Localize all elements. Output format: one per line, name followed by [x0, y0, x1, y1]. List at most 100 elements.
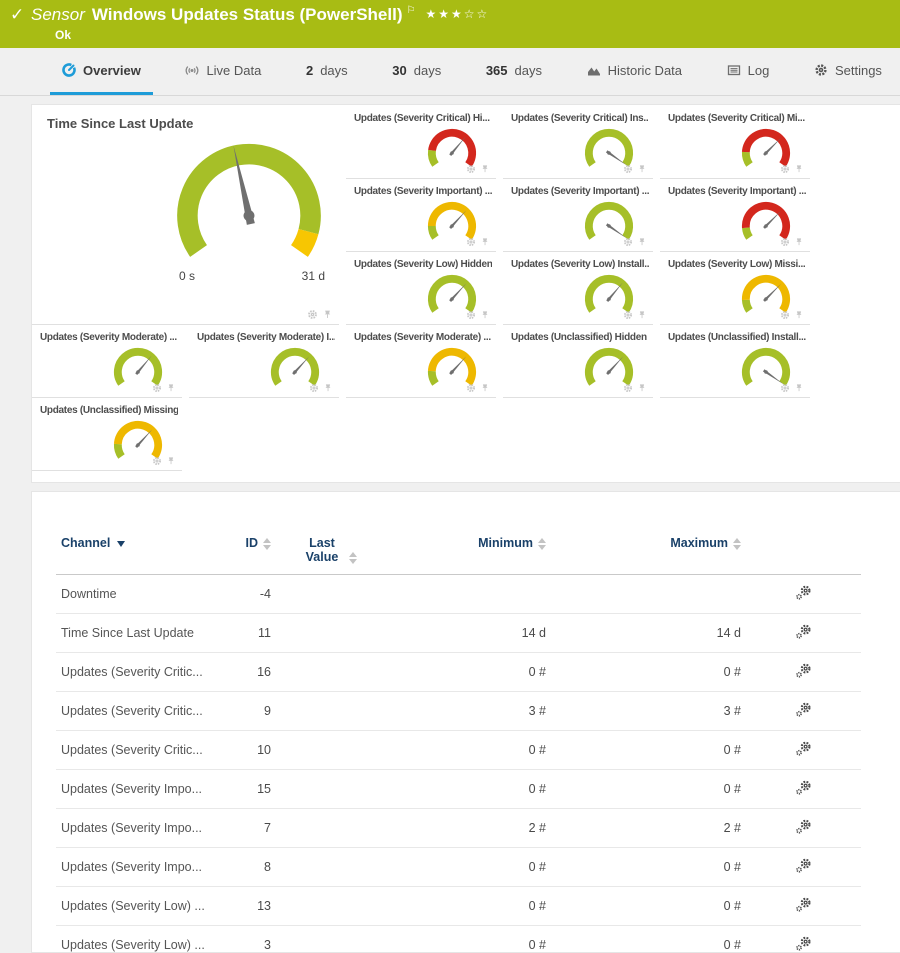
small-gauge-cell[interactable]: Updates (Severity Critical) Mi... [660, 106, 810, 179]
tab-2-days[interactable]: 2 days [294, 48, 360, 95]
pin-icon[interactable] [794, 310, 804, 320]
channel-id: 16 [216, 653, 276, 692]
pin-icon[interactable] [166, 456, 176, 466]
primary-gauge-cell[interactable]: Time Since Last Update 0 s 31 d [32, 106, 339, 325]
channel-settings-gear-icon[interactable] [623, 237, 633, 247]
edit-channel-gear-icon[interactable] [795, 780, 812, 795]
channel-last-value [276, 653, 381, 692]
pin-icon[interactable] [480, 310, 490, 320]
primary-gauge-title: Time Since Last Update [47, 116, 339, 131]
edit-channel-gear-icon[interactable] [795, 741, 812, 756]
small-gauge-cell[interactable]: Updates (Severity Moderate) I... [189, 325, 339, 398]
small-gauge-cell[interactable]: Updates (Severity Important) ... [503, 179, 653, 252]
channel-settings-gear-icon[interactable] [309, 383, 319, 393]
small-gauge-cell[interactable]: Updates (Severity Critical) Hi... [346, 106, 496, 179]
tab-historic-data[interactable]: Historic Data [575, 48, 694, 95]
column-header-maximum[interactable]: Maximum [551, 530, 746, 575]
column-header-id[interactable]: ID [216, 530, 276, 575]
channel-name: Updates (Severity Critic... [56, 692, 216, 731]
channel-name: Updates (Severity Impo... [56, 809, 216, 848]
channel-settings-gear-icon[interactable] [466, 164, 476, 174]
sensor-status-bar: ✓ SensorWindows Updates Status (PowerShe… [0, 0, 900, 48]
channel-settings-gear-icon[interactable] [466, 383, 476, 393]
tab-30-days[interactable]: 30 days [380, 48, 453, 95]
channel-minimum [381, 575, 551, 614]
small-gauge-title: Updates (Severity Low) Hidden [354, 259, 492, 270]
column-header-channel[interactable]: Channel [56, 530, 216, 575]
small-gauge-cell[interactable]: Updates (Severity Moderate) ... [32, 325, 182, 398]
small-gauge-cell[interactable]: Updates (Unclassified) Missing [32, 398, 182, 471]
small-gauge-title: Updates (Unclassified) Install... [668, 332, 806, 343]
small-gauge-cell[interactable]: Updates (Severity Important) ... [660, 179, 810, 252]
pin-icon[interactable] [480, 383, 490, 393]
edit-channel-gear-icon[interactable] [795, 936, 812, 951]
channel-settings-gear-icon[interactable] [623, 383, 633, 393]
channel-id: 13 [216, 887, 276, 926]
channel-id: 10 [216, 731, 276, 770]
edit-channel-gear-icon[interactable] [795, 585, 812, 600]
pin-icon[interactable] [637, 237, 647, 247]
channel-settings-gear-icon[interactable] [623, 164, 633, 174]
edit-channel-gear-icon[interactable] [795, 663, 812, 678]
edit-channel-gear-icon[interactable] [795, 858, 812, 873]
edit-channel-gear-icon[interactable] [795, 819, 812, 834]
pin-icon[interactable] [323, 383, 333, 393]
small-gauge-cell[interactable]: Updates (Severity Important) ... [346, 179, 496, 252]
channel-name: Updates (Severity Impo... [56, 770, 216, 809]
channel-settings-gear-icon[interactable] [780, 164, 790, 174]
channel-id: 7 [216, 809, 276, 848]
channel-settings-gear-icon[interactable] [780, 310, 790, 320]
log-list-icon [727, 63, 741, 77]
small-gauge-cell[interactable]: Updates (Severity Moderate) ... [346, 325, 496, 398]
channel-settings-gear-icon[interactable] [152, 456, 162, 466]
tab-settings[interactable]: Settings [802, 48, 894, 95]
tab-live-data[interactable]: Live Data [173, 48, 273, 95]
small-gauge-cell[interactable]: Updates (Severity Low) Hidden [346, 252, 496, 325]
channel-name: Updates (Severity Critic... [56, 731, 216, 770]
channel-settings-gear-icon[interactable] [780, 383, 790, 393]
sensor-title: Windows Updates Status (PowerShell) [92, 5, 403, 24]
pin-icon[interactable] [637, 164, 647, 174]
small-gauge-cell[interactable]: Updates (Unclassified) Hidden [503, 325, 653, 398]
gauges-panel: Time Since Last Update 0 s 31 d [31, 104, 900, 483]
channels-table: Channel ID Last Value Minimum Maximum Do… [56, 530, 861, 953]
channel-last-value [276, 770, 381, 809]
channel-maximum: 3 # [551, 692, 746, 731]
gauge-max-label: 31 d [302, 269, 325, 283]
small-gauge-cell[interactable]: Updates (Severity Low) Install... [503, 252, 653, 325]
priority-stars[interactable]: ★★★☆☆ [425, 7, 489, 21]
pin-icon[interactable] [166, 383, 176, 393]
primary-gauge [163, 137, 335, 267]
pin-icon[interactable] [794, 383, 804, 393]
channel-maximum: 0 # [551, 887, 746, 926]
channel-last-value [276, 692, 381, 731]
channel-settings-gear-icon[interactable] [466, 310, 476, 320]
pin-icon[interactable] [794, 164, 804, 174]
pin-icon[interactable] [480, 237, 490, 247]
channel-settings-gear-icon[interactable] [623, 310, 633, 320]
edit-channel-gear-icon[interactable] [795, 702, 812, 717]
channel-settings-gear-icon[interactable] [307, 309, 318, 320]
channel-minimum: 0 # [381, 926, 551, 953]
small-gauge-cell[interactable]: Updates (Severity Critical) Ins... [503, 106, 653, 179]
gauge-icon [62, 63, 76, 77]
pin-icon[interactable] [637, 310, 647, 320]
channel-settings-gear-icon[interactable] [780, 237, 790, 247]
channel-settings-gear-icon[interactable] [152, 383, 162, 393]
tab-365-days[interactable]: 365 days [474, 48, 554, 95]
channel-maximum: 0 # [551, 770, 746, 809]
column-header-minimum[interactable]: Minimum [381, 530, 551, 575]
small-gauge-cell[interactable]: Updates (Unclassified) Install... [660, 325, 810, 398]
tab-overview[interactable]: Overview [50, 48, 153, 95]
pin-icon[interactable] [322, 309, 333, 320]
column-header-last-value[interactable]: Last Value [276, 530, 381, 575]
edit-channel-gear-icon[interactable] [795, 624, 812, 639]
pin-icon[interactable] [794, 237, 804, 247]
pin-icon[interactable] [637, 383, 647, 393]
pin-icon[interactable] [480, 164, 490, 174]
tab-log[interactable]: Log [715, 48, 782, 95]
small-gauge-cell[interactable]: Updates (Severity Low) Missi... [660, 252, 810, 325]
channel-settings-gear-icon[interactable] [466, 237, 476, 247]
status-ok-check-icon: ✓ [10, 5, 24, 25]
gauge-min-label: 0 s [179, 269, 195, 283]
